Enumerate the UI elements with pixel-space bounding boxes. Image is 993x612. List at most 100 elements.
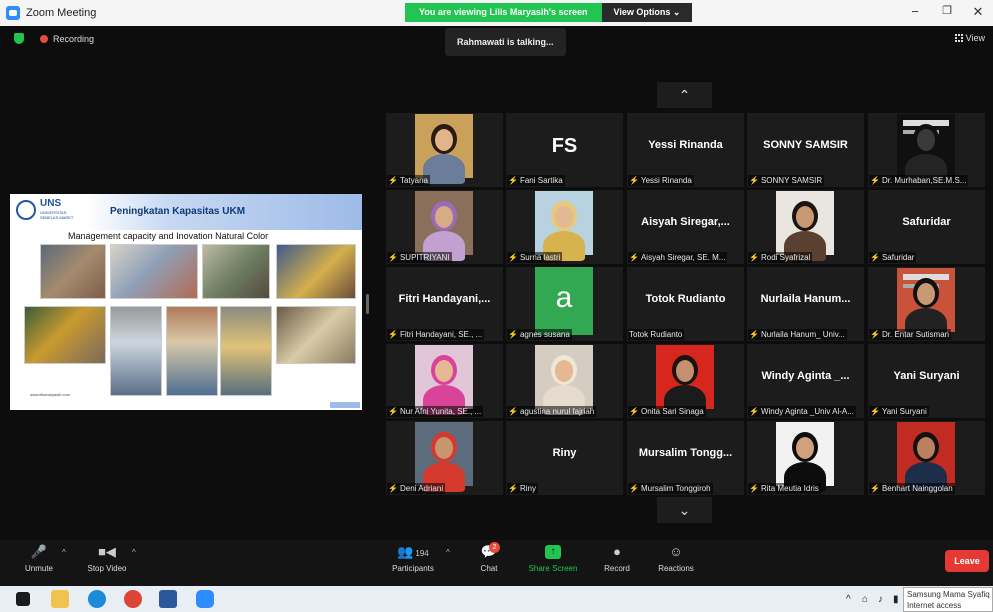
muted-microphone-icon: ⚡ (508, 330, 518, 339)
leave-button[interactable]: Leave (945, 550, 989, 572)
muted-microphone-icon: ⚡ (508, 484, 518, 493)
participant-face (435, 360, 453, 382)
slide-photo (110, 306, 162, 396)
chat-unread-badge: 2 (489, 542, 500, 553)
split-view-handle[interactable] (366, 294, 369, 314)
participant-video (415, 191, 473, 261)
network-notification[interactable]: Samsung Mama Syafiq Internet access (903, 587, 993, 612)
participant-display-name: Windy Aginta _... (761, 370, 850, 382)
participant-name: Deni Adriani (399, 484, 444, 493)
participant-video (776, 422, 834, 492)
tray-chevron-icon[interactable]: ^ (846, 594, 851, 605)
participant-tile[interactable]: ⚡ Deni Adriani (386, 421, 503, 495)
battery-icon[interactable]: ▮ (893, 594, 899, 605)
close-icon[interactable]: ✕ (968, 4, 988, 20)
record-icon: ● (613, 544, 621, 559)
muted-microphone-icon: ⚡ (749, 330, 759, 339)
participant-name-label: ⚡ Dr. Murhaban,SE.M.S... (869, 175, 969, 186)
muted-microphone-icon: ⚡ (870, 407, 880, 416)
participant-tile[interactable]: FS ⚡ Fani Sartika (506, 113, 623, 187)
participant-tile[interactable]: ⚡ Rita Meutia Idris (747, 421, 864, 495)
participant-tile[interactable]: ⚡ SUPITRIYANI (386, 190, 503, 264)
participant-display-name: Yessi Rinanda (648, 139, 723, 151)
participant-tile[interactable]: Yani Suryani ⚡ Yani Suryani (868, 344, 985, 418)
participant-tile[interactable]: a ⚡ agnes susana (506, 267, 623, 341)
file-explorer-icon[interactable] (51, 590, 69, 608)
participants-icon: 👥 194 (397, 544, 429, 559)
video-options-caret-icon[interactable]: ^ (132, 548, 136, 557)
participant-tile[interactable]: Yessi Rinanda ⚡ Yessi Rinanda (627, 113, 744, 187)
reactions-button[interactable]: ☺ Reactions (656, 545, 696, 574)
participant-name: Windy Aginta _Univ Al-A... (760, 407, 854, 416)
shared-screen[interactable]: UNS UNIVERSITAS SEBELAS MARET Peningkata… (10, 194, 362, 410)
muted-microphone-icon: 🎤 (30, 544, 48, 559)
participant-name: Totok Rudianto (629, 330, 683, 339)
zoom-taskbar-icon[interactable] (196, 590, 214, 608)
muted-microphone-icon: ⚡ (749, 484, 759, 493)
participant-tile[interactable]: Aisyah Siregar,... ⚡ Aisyah Siregar, SE. M… (627, 190, 744, 264)
unmute-button[interactable]: 🎤 Unmute ^ (22, 544, 66, 574)
stop-video-label: Stop Video (87, 564, 127, 573)
muted-microphone-icon: ⚡ (508, 253, 518, 262)
maximize-icon[interactable]: ❐ (937, 4, 957, 17)
participant-tile[interactable]: Fitri Handayani,... ⚡ Fitri Handayani, SE.… (386, 267, 503, 341)
participant-tile[interactable]: Mursalim Tongg... ⚡ Mursalim Tonggiroh (627, 421, 744, 495)
participant-name: Tatyana (399, 176, 428, 185)
participant-tile[interactable]: Riny ⚡ Riny (506, 421, 623, 495)
participant-tile[interactable]: SONNY SAMSIR ⚡ SONNY SAMSIR (747, 113, 864, 187)
participant-name-label: ⚡ Yessi Rinanda (628, 175, 694, 186)
record-button[interactable]: ● Record (602, 544, 632, 574)
participant-tile[interactable]: ⚡ Dr. Murhaban,SE.M.S... (868, 113, 985, 187)
participant-name-label: ⚡ Tatyana (387, 175, 430, 186)
gallery-scroll-down-button[interactable]: ⌄ (657, 497, 712, 523)
minimize-icon[interactable]: − (905, 4, 925, 19)
muted-microphone-icon: ⚡ (629, 253, 639, 262)
participant-face (917, 129, 935, 151)
participant-tile[interactable]: ⚡ Dr. Entar Sutisman (868, 267, 985, 341)
participant-tile[interactable]: ⚡ Benhart Nainggolan (868, 421, 985, 495)
participant-tile[interactable]: Totok Rudianto Totok Rudianto (627, 267, 744, 341)
slide-photo (110, 244, 198, 299)
view-options-button[interactable]: View Options ⌄ (601, 3, 693, 22)
participant-video (776, 191, 834, 261)
participant-display-name: Totok Rudianto (645, 293, 726, 305)
chrome-browser-icon[interactable] (124, 590, 142, 608)
participants-caret-icon[interactable]: ^ (446, 548, 450, 557)
participant-tile[interactable]: ⚡ Onita Sari Sinaga (627, 344, 744, 418)
slide-footer: www.lilismaryasih.com (30, 392, 71, 397)
shield-icon[interactable] (14, 33, 24, 44)
view-button[interactable]: View (954, 33, 985, 43)
windows-start-icon[interactable] (16, 592, 30, 606)
participant-tile[interactable]: ⚡ Surna lastri (506, 190, 623, 264)
participant-name: SUPITRIYANI (399, 253, 450, 262)
audio-options-caret-icon[interactable]: ^ (62, 548, 66, 557)
participant-name-label: ⚡ Nurlaila Hanum_ Univ... (748, 329, 847, 340)
slide-brand: UNS (40, 198, 62, 209)
volume-icon[interactable]: ♪ (878, 594, 883, 605)
participant-name-label: ⚡ agustina nurul fajriah (507, 406, 597, 417)
edge-browser-icon[interactable] (88, 590, 106, 608)
participants-button[interactable]: 👥 194 Participants ^ (388, 544, 450, 574)
slide-title: Peningkatan Kapasitas UKM (110, 206, 246, 217)
participant-tile[interactable]: ⚡ Nur Afni Yunita, SE., ... (386, 344, 503, 418)
participant-tile[interactable]: ⚡ agustina nurul fajriah (506, 344, 623, 418)
participant-tile[interactable]: Windy Aginta _... ⚡ Windy Aginta _Univ Al-… (747, 344, 864, 418)
muted-microphone-icon: ⚡ (388, 407, 398, 416)
word-icon[interactable] (159, 590, 177, 608)
participant-tile[interactable]: ⚡ Tatyana (386, 113, 503, 187)
muted-microphone-icon: ⚡ (388, 253, 398, 262)
participant-name: Aisyah Siregar, SE. M... (640, 253, 726, 262)
slide-photo (276, 306, 356, 364)
participant-tile[interactable]: ⚡ Rodi Syafrizal (747, 190, 864, 264)
share-screen-button[interactable]: ↑ Share Screen (527, 545, 579, 573)
gallery-scroll-up-button[interactable]: ⌃ (657, 82, 712, 108)
participant-name-label: ⚡ Deni Adriani (387, 483, 446, 494)
participant-face (435, 129, 453, 151)
stop-video-button[interactable]: ■◀ Stop Video ^ (84, 545, 136, 574)
network-icon[interactable]: ⌂ (862, 594, 868, 605)
recording-icon[interactable] (40, 35, 48, 43)
chat-button[interactable]: 💬 2 Chat (478, 542, 500, 573)
participant-tile[interactable]: Safuridar ⚡ Safuridar (868, 190, 985, 264)
participant-tile[interactable]: Nurlaila Hanum... ⚡ Nurlaila Hanum_ Univ..… (747, 267, 864, 341)
participant-face (917, 437, 935, 459)
